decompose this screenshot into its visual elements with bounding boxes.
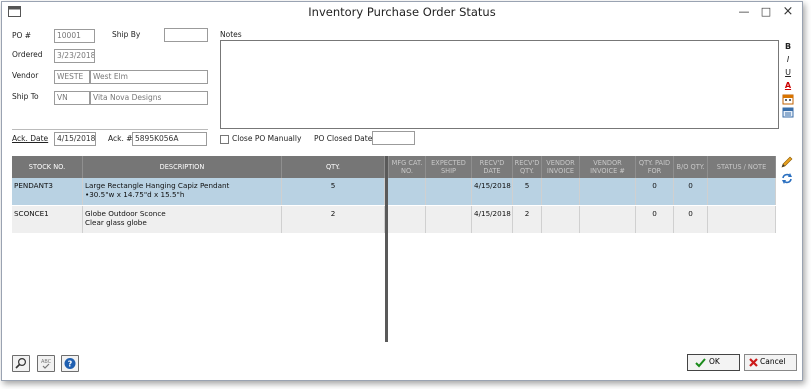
table-row[interactable]: PENDANT3 Large Rectangle Hanging Capiz P… — [12, 178, 776, 205]
table-row[interactable]: SCONCE1 Globe Outdoor Sconce Clear glass… — [12, 206, 776, 233]
po-number-field[interactable]: 10001 — [54, 29, 95, 43]
vendor-name-field[interactable]: West Elm — [90, 70, 208, 84]
cell-recvd-date: 4/15/2018 — [472, 178, 513, 205]
window-title: Inventory Purchase Order Status — [308, 5, 496, 19]
cell-stock-no: SCONCE1 — [12, 206, 83, 233]
description-line: Globe Outdoor Sconce — [85, 209, 166, 218]
line-items-grid: STOCK NO. DESCRIPTION QTY. MFG CAT. NO. … — [12, 156, 776, 341]
cell-vendor-invoice-no — [580, 178, 636, 205]
ordered-date-field[interactable]: 3/23/2018 — [54, 49, 95, 63]
cell-status-note — [708, 178, 776, 205]
cell-vendor-invoice — [542, 206, 580, 233]
col-header-stock-no[interactable]: STOCK NO. — [12, 156, 83, 178]
cell-qty-paid: 0 — [636, 178, 674, 205]
col-header-qty[interactable]: QTY. — [282, 156, 385, 178]
bold-button[interactable]: B — [782, 41, 794, 52]
po-closed-date-field[interactable] — [372, 131, 415, 145]
col-header-expected-ship[interactable]: EXPECTED SHIP — [426, 156, 472, 178]
col-header-recvd-date[interactable]: RECV'D DATE — [472, 156, 513, 178]
svg-text:?: ? — [68, 360, 73, 369]
cell-qty-paid: 0 — [636, 206, 674, 233]
col-header-status-note[interactable]: STATUS / NOTE — [708, 156, 776, 178]
cell-vendor-invoice — [542, 178, 580, 205]
po-number-label: PO # — [12, 31, 32, 40]
checkmark-icon — [695, 358, 706, 368]
ship-to-code-field[interactable]: VN — [54, 91, 90, 105]
col-header-vendor-invoice-no[interactable]: VENDOR INVOICE # — [580, 156, 636, 178]
po-closed-date-label: PO Closed Date — [314, 134, 373, 143]
close-po-checkbox[interactable] — [220, 135, 229, 144]
cell-recvd-qty: 5 — [513, 178, 542, 205]
cell-description: Large Rectangle Hanging Capiz Pendant •3… — [83, 178, 282, 205]
cell-qty: 2 — [282, 206, 385, 233]
ordered-label: Ordered — [12, 50, 43, 59]
description-line: Large Rectangle Hanging Capiz Pendant — [85, 181, 230, 190]
ok-button[interactable]: OK — [687, 354, 740, 371]
minimize-button[interactable]: — — [734, 4, 754, 20]
maximize-button[interactable]: □ — [756, 4, 776, 20]
template-icon[interactable] — [782, 107, 794, 118]
cell-expected-ship — [426, 206, 472, 233]
close-po-label: Close PO Manually — [232, 134, 302, 143]
cell-bo-qty: 0 — [674, 178, 708, 205]
col-header-bo-qty[interactable]: B/O QTY. — [674, 156, 708, 178]
description-line: •30.5"w x 14.75"d x 15.5"h — [85, 190, 185, 199]
search-icon — [15, 357, 27, 369]
col-header-description[interactable]: DESCRIPTION — [83, 156, 282, 178]
inventory-po-status-window: Inventory Purchase Order Status — □ × PO… — [1, 1, 803, 381]
close-button[interactable]: × — [778, 4, 798, 20]
cell-expected-ship — [426, 178, 472, 205]
form-divider — [12, 129, 208, 130]
underline-button[interactable]: U — [782, 67, 794, 78]
italic-button[interactable]: I — [782, 54, 794, 65]
spell-check-button[interactable]: ABC — [37, 355, 55, 372]
help-button[interactable]: ? — [61, 355, 79, 372]
cancel-button[interactable]: Cancel — [744, 354, 797, 371]
ship-by-label: Ship By — [112, 30, 141, 39]
cell-status-note — [708, 206, 776, 233]
cell-description: Globe Outdoor Sconce Clear glass globe — [83, 206, 282, 233]
search-button[interactable] — [12, 355, 30, 372]
ack-number-label: Ack. # — [108, 134, 133, 143]
ack-number-field[interactable]: 5895K056A — [132, 132, 207, 146]
col-header-recvd-qty[interactable]: RECV'D QTY. — [513, 156, 542, 178]
title-bar: Inventory Purchase Order Status — □ × — [2, 2, 802, 22]
col-header-qty-paid[interactable]: QTY. PAID FOR — [636, 156, 674, 178]
cell-mfg-cat-no — [389, 178, 426, 205]
help-icon: ? — [64, 358, 76, 369]
svg-text:ABC: ABC — [41, 359, 52, 365]
ack-date-label-text: Ack. Date — [12, 134, 49, 143]
cell-mfg-cat-no — [389, 206, 426, 233]
grid-column-splitter[interactable] — [385, 156, 388, 342]
cell-recvd-date: 4/15/2018 — [472, 206, 513, 233]
cell-recvd-qty: 2 — [513, 206, 542, 233]
cell-stock-no: PENDANT3 — [12, 178, 83, 205]
ship-to-label: Ship To — [12, 92, 39, 101]
cancel-x-icon — [749, 358, 758, 367]
col-header-mfg-cat-no[interactable]: MFG CAT. NO. — [389, 156, 426, 178]
vendor-code-field[interactable]: WESTE — [54, 70, 90, 84]
refresh-icon[interactable] — [780, 172, 794, 185]
cell-qty: 5 — [282, 178, 385, 205]
notes-textarea[interactable] — [220, 40, 779, 129]
ok-label: OK — [709, 357, 720, 366]
cancel-label: Cancel — [760, 357, 786, 366]
ack-date-field[interactable]: 4/15/2018 — [54, 132, 96, 146]
cell-bo-qty: 0 — [674, 206, 708, 233]
ack-date-label: Ack. Date — [12, 134, 48, 143]
calendar-icon[interactable] — [782, 94, 794, 105]
cell-vendor-invoice-no — [580, 206, 636, 233]
ship-by-field[interactable] — [164, 28, 208, 42]
col-header-vendor-invoice[interactable]: VENDOR INVOICE — [542, 156, 580, 178]
ship-to-name-field[interactable]: Vita Nova Designs — [90, 91, 208, 105]
description-line: Clear glass globe — [85, 218, 147, 227]
font-color-button[interactable]: A — [782, 80, 794, 91]
spell-check-icon: ABC — [41, 359, 52, 369]
edit-pencil-icon[interactable] — [780, 156, 794, 169]
vendor-label: Vendor — [12, 71, 39, 80]
notes-label: Notes — [220, 30, 242, 39]
